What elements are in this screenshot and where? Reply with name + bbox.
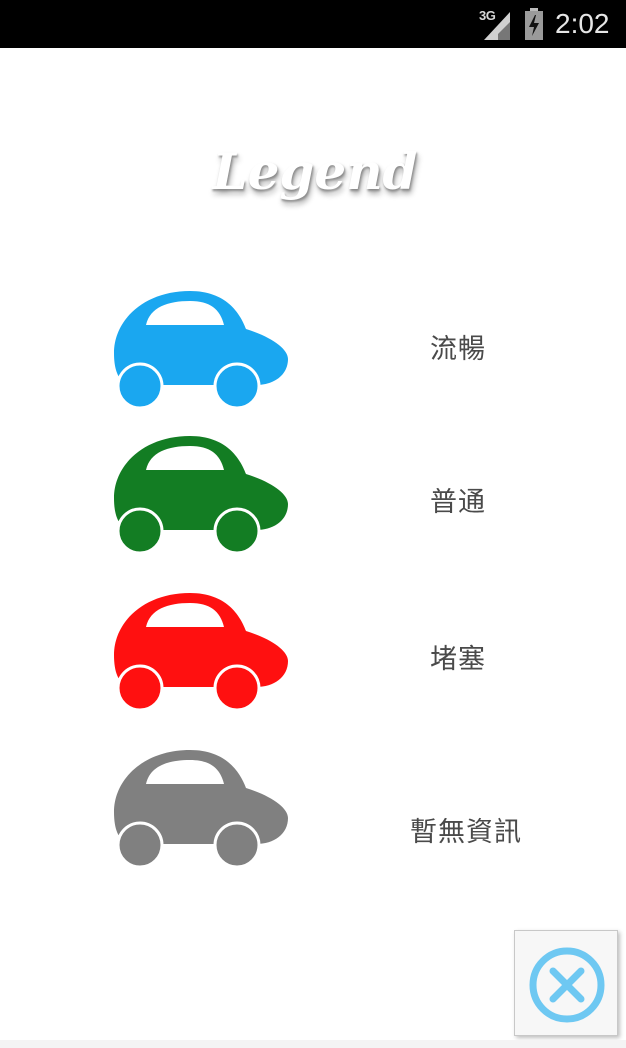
close-icon [529, 947, 605, 1023]
legend-item-no-info: 暫無資訊 [0, 744, 626, 884]
signal-icon [484, 12, 510, 40]
legend-label: 普通 [430, 487, 486, 518]
legend-label: 暫無資訊 [410, 817, 522, 848]
status-bar: 3G 2:02 [0, 0, 626, 48]
car-icon [114, 593, 288, 712]
car-icon [114, 291, 288, 410]
legend-item-congested: 堵塞 [0, 587, 626, 727]
legend-item-normal: 普通 [0, 430, 626, 570]
legend-title: Legend [212, 142, 418, 201]
status-time: 2:02 [555, 8, 610, 39]
legend-item-smooth: 流暢 [0, 285, 626, 425]
legend-label: 堵塞 [430, 644, 486, 675]
car-icon [114, 436, 288, 555]
bottom-edge [0, 1040, 626, 1048]
battery-charging-icon [525, 8, 543, 40]
close-button[interactable] [514, 930, 618, 1036]
car-icon [114, 750, 288, 869]
legend-label: 流暢 [430, 334, 486, 365]
